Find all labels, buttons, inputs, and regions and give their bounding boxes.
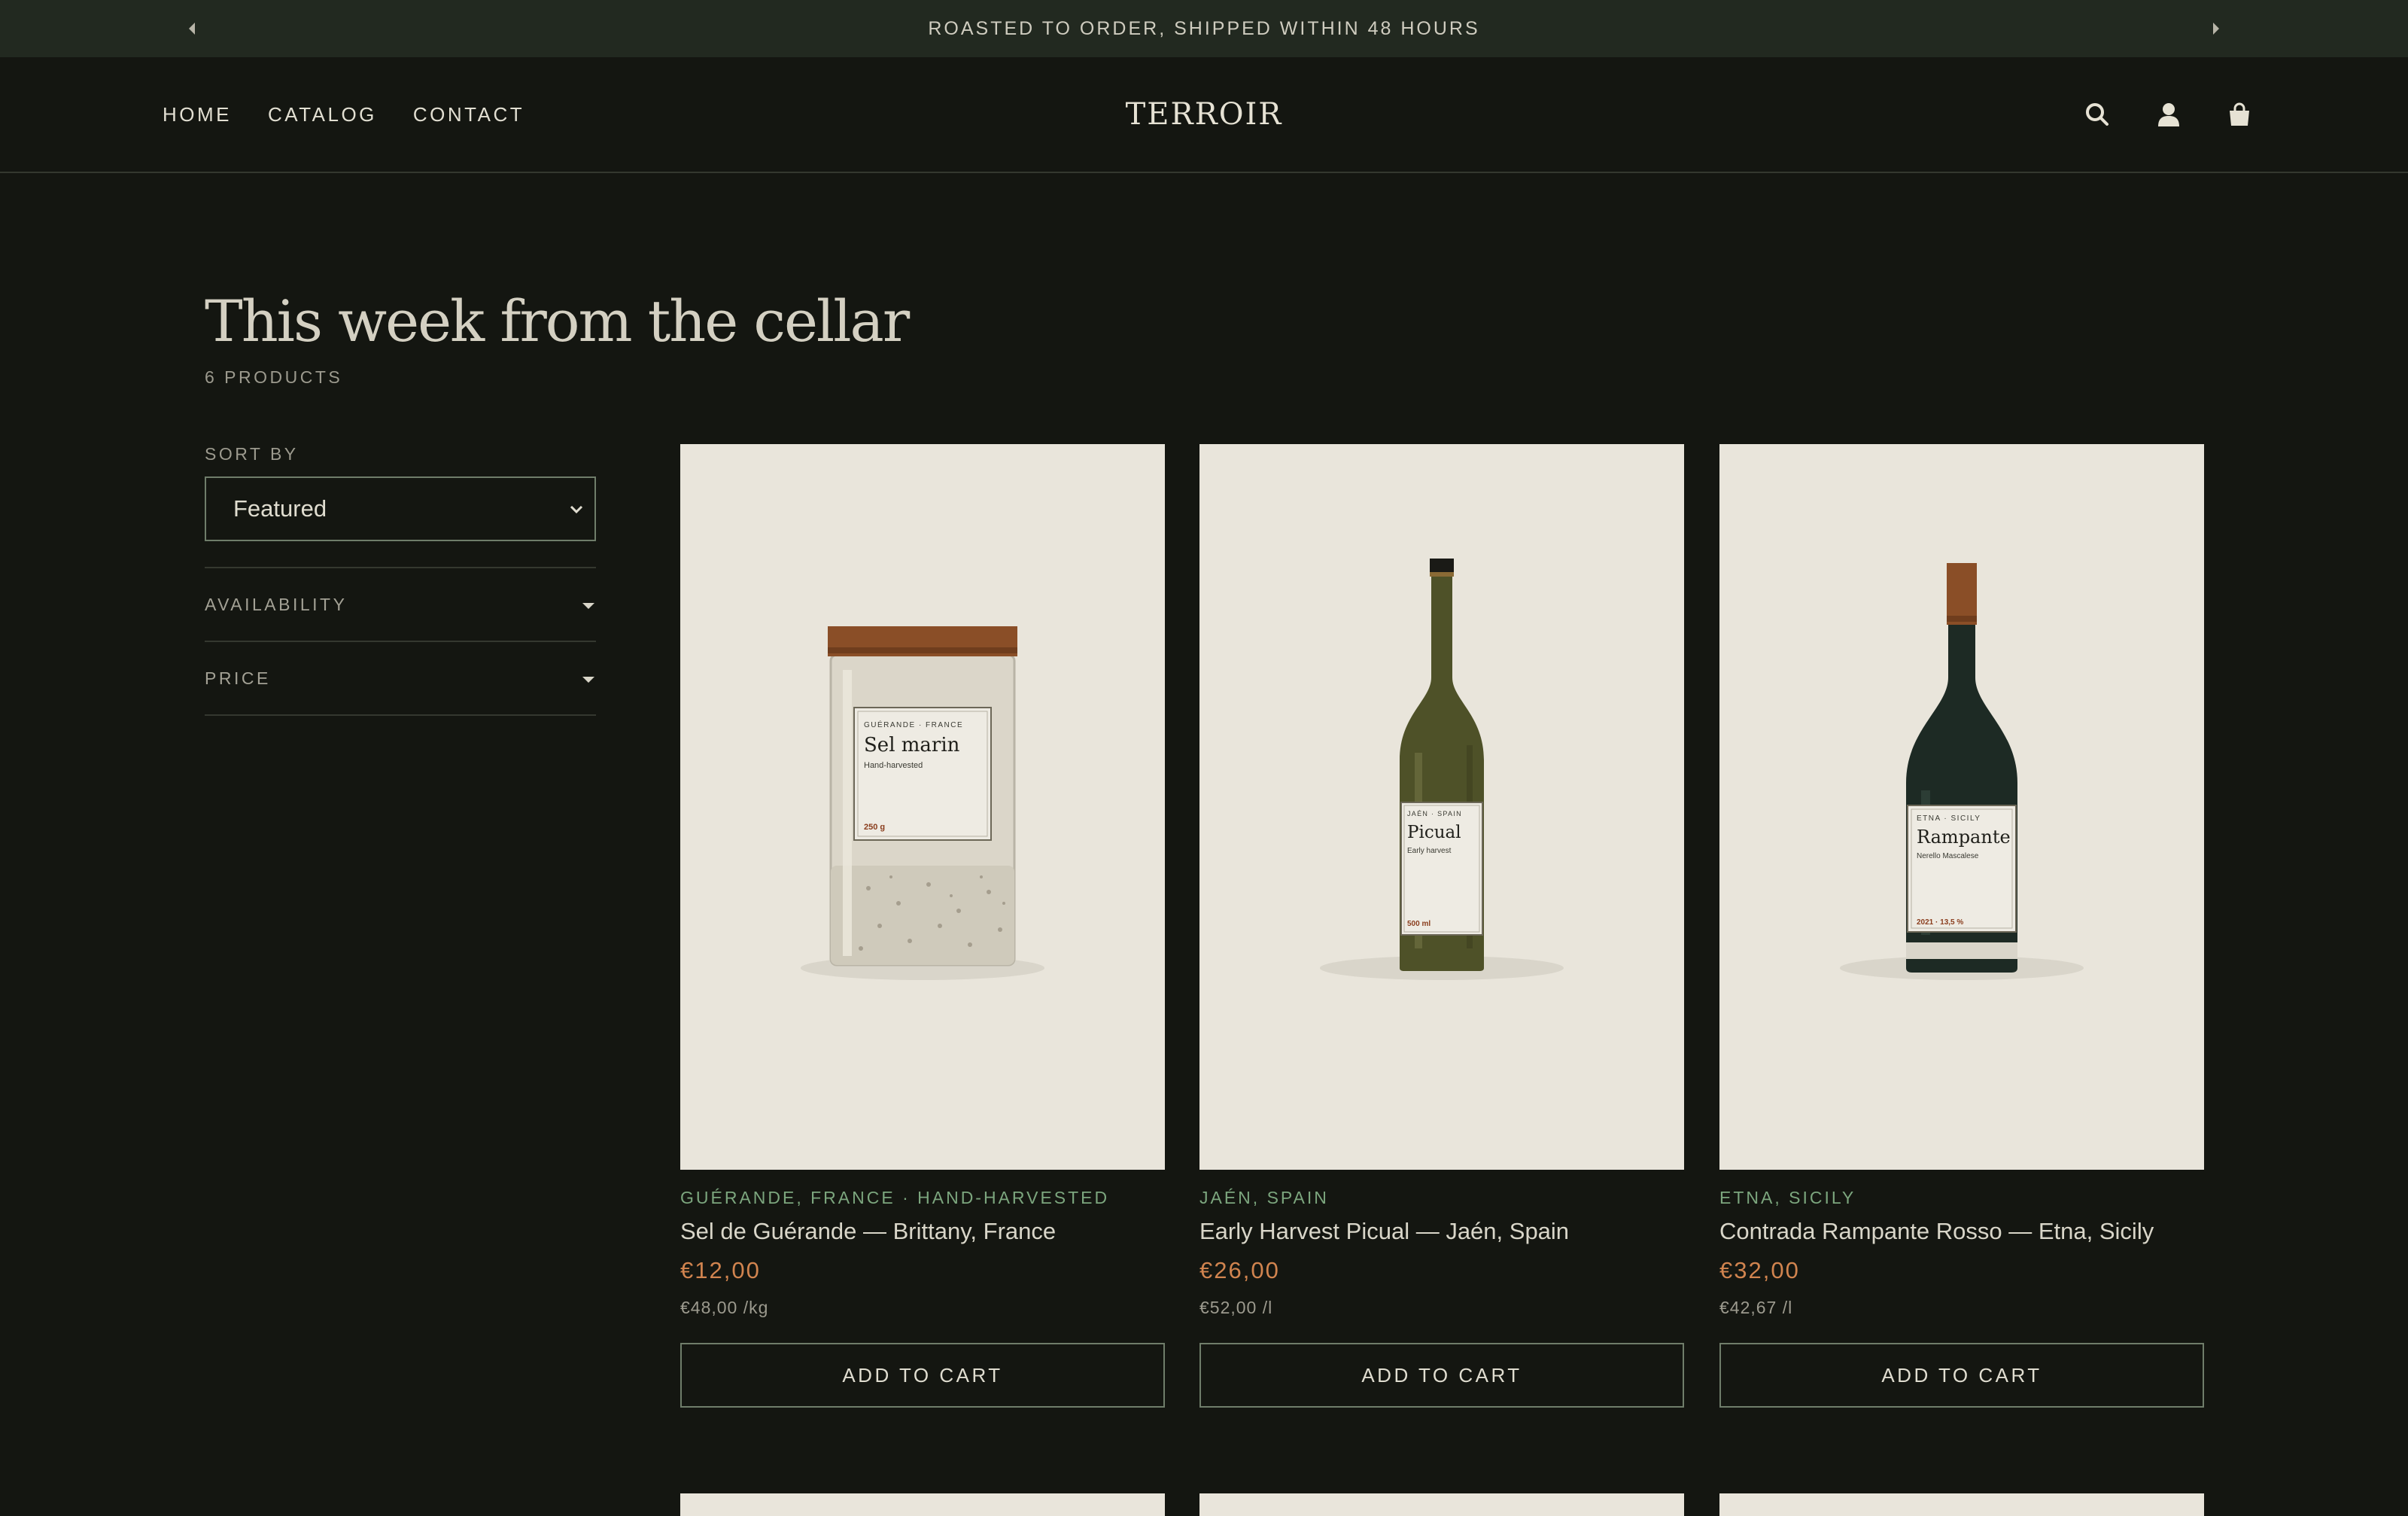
label-title: Sel marin <box>864 734 960 756</box>
product-image[interactable]: ETNA · SICILY Rampante Nerello Mascalese… <box>1719 444 2204 1170</box>
product-name[interactable]: Contrada Rampante Rosso — Etna, Sicily <box>1719 1218 2154 1245</box>
add-to-cart-button[interactable]: ADD TO CART <box>1199 1343 1684 1408</box>
site-header: HOME CATALOG CONTACT TERROIR <box>0 57 2408 173</box>
product-price: €32,00 <box>1719 1257 1800 1283</box>
product-origin: GUÉRANDE, FRANCE · HAND-HARVESTED <box>680 1188 1110 1207</box>
main-nav: HOME CATALOG CONTACT <box>163 57 524 172</box>
announcement-prev-arrow-icon[interactable] <box>169 0 214 57</box>
nav-contact-link[interactable]: CONTACT <box>413 103 524 126</box>
label-title: Rampante <box>1917 826 2011 848</box>
product-unit-price: €48,00 /kg <box>680 1298 769 1317</box>
product-image[interactable]: JAÉN · SPAIN Picual Early harvest 500 ml <box>1199 444 1684 1170</box>
product-card[interactable]: GUÉRANDE · FRANCE Sel marin Hand-harvest… <box>680 444 1165 1408</box>
product-image-next-row[interactable] <box>680 1493 1165 1516</box>
filter-sidebar: SORT BY Featured AVAILABILITY PRICE <box>205 444 596 716</box>
filter-price[interactable]: PRICE <box>205 642 596 716</box>
sort-selected-value: Featured <box>233 495 327 522</box>
caret-down-icon <box>581 595 596 615</box>
add-to-cart-button[interactable]: ADD TO CART <box>1719 1343 2204 1408</box>
nav-home-link[interactable]: HOME <box>163 103 232 126</box>
announcement-bar: ROASTED TO ORDER, SHIPPED WITHIN 48 HOUR… <box>0 0 2408 57</box>
product-name[interactable]: Early Harvest Picual — Jaén, Spain <box>1199 1218 1569 1245</box>
sort-select[interactable]: Featured <box>205 476 596 541</box>
product-image[interactable]: GUÉRANDE · FRANCE Sel marin Hand-harvest… <box>680 444 1165 1170</box>
label-foot: 500 ml <box>1407 920 1431 928</box>
caret-down-icon <box>581 668 596 689</box>
collection-title: This week from the cellar <box>205 288 910 355</box>
product-card[interactable]: ETNA · SICILY Rampante Nerello Mascalese… <box>1719 444 2204 1408</box>
nav-catalog-link[interactable]: CATALOG <box>268 103 377 126</box>
product-origin: ETNA, SICILY <box>1719 1188 1856 1207</box>
product-origin: JAÉN, SPAIN <box>1199 1188 1329 1207</box>
label-foot: 2021 · 13,5 % <box>1917 918 1963 927</box>
label-sub: Hand-harvested <box>864 761 923 770</box>
cart-icon[interactable] <box>2227 102 2251 127</box>
product-unit-price: €52,00 /l <box>1199 1298 1273 1317</box>
product-image-next-row[interactable] <box>1719 1493 2204 1516</box>
product-price: €26,00 <box>1199 1257 1280 1283</box>
label-title: Picual <box>1407 823 1461 842</box>
product-unit-price: €42,67 /l <box>1719 1298 1793 1317</box>
site-logo[interactable]: TERROIR <box>1126 57 1283 172</box>
product-image-next-row[interactable] <box>1199 1493 1684 1516</box>
filter-availability[interactable]: AVAILABILITY <box>205 568 596 642</box>
label-region: ETNA · SICILY <box>1917 814 1981 823</box>
product-name[interactable]: Sel de Guérande — Brittany, France <box>680 1218 1056 1245</box>
filter-list: AVAILABILITY PRICE <box>205 567 596 716</box>
label-region: JAÉN · SPAIN <box>1407 810 1462 817</box>
filter-availability-label: AVAILABILITY <box>205 594 348 614</box>
product-price: €12,00 <box>680 1257 761 1283</box>
account-icon[interactable] <box>2157 102 2181 127</box>
sort-label: SORT BY <box>205 444 299 464</box>
announcement-next-arrow-icon[interactable] <box>2194 0 2239 57</box>
product-count: 6 PRODUCTS <box>205 367 343 387</box>
chevron-down-icon <box>567 498 585 526</box>
filter-price-label: PRICE <box>205 668 271 688</box>
label-sub: Nerello Mascalese <box>1917 852 1979 860</box>
product-card[interactable]: JAÉN · SPAIN Picual Early harvest 500 ml… <box>1199 444 1684 1408</box>
label-sub: Early harvest <box>1407 847 1452 855</box>
label-foot: 250 g <box>864 823 885 832</box>
announcement-text: ROASTED TO ORDER, SHIPPED WITHIN 48 HOUR… <box>928 17 1480 39</box>
search-icon[interactable] <box>2084 102 2110 127</box>
add-to-cart-button[interactable]: ADD TO CART <box>680 1343 1165 1408</box>
header-actions <box>2084 57 2251 172</box>
label-region: GUÉRANDE · FRANCE <box>864 720 963 729</box>
